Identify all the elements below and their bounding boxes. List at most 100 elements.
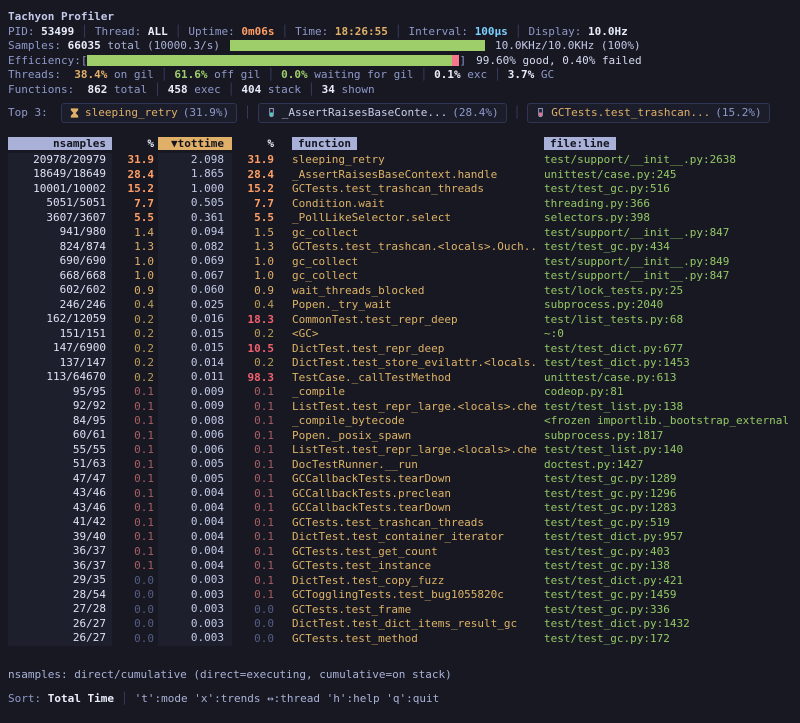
nsamples-cell: 137/147 (8, 356, 112, 371)
function-cell: _compile_bytecode (278, 414, 538, 427)
table-row[interactable]: 5051/5051 7.7 0.505 7.7 Condition.wait t… (8, 196, 792, 211)
functions-shown-label: shown (335, 83, 375, 96)
table-row[interactable]: 162/12059 0.2 0.016 18.3 CommonTest.test… (8, 312, 792, 327)
table-row[interactable]: 824/874 1.3 0.082 1.3 GCTests.test_trash… (8, 240, 792, 255)
col-function[interactable]: function (292, 137, 357, 150)
cumulative-pct-cell: 10.5 (232, 342, 278, 355)
function-cell: DocTestRunner.__run (278, 458, 538, 471)
table-row[interactable]: 602/602 0.9 0.060 0.9 wait_threads_block… (8, 283, 792, 298)
cumulative-pct-cell: 0.9 (232, 284, 278, 297)
tottime-cell: 0.004 (158, 559, 232, 574)
table-row[interactable]: 941/980 1.4 0.094 1.5 gc_collect test/su… (8, 225, 792, 240)
file-line-cell: test/test_gc.py:519 (538, 516, 792, 529)
display-value: 10.0Hz (588, 25, 628, 38)
table-row[interactable]: 95/95 0.1 0.009 0.1 _compile codeop.py:8… (8, 385, 792, 400)
table-row[interactable]: 41/42 0.1 0.004 0.1 GCTests.test_trashca… (8, 515, 792, 530)
pid-value: 53499 (41, 25, 74, 38)
table-row[interactable]: 84/95 0.1 0.008 0.1 _compile_bytecode <f… (8, 414, 792, 429)
table-row[interactable]: 690/690 1.0 0.069 1.0 gc_collect test/su… (8, 254, 792, 269)
top3-item-2[interactable]: _AssertRaisesBaseConte... (28.4%) (258, 103, 507, 123)
table-row[interactable]: 26/27 0.0 0.003 0.0 DictTest.test_dict_i… (8, 617, 792, 632)
functions-row: Functions: 862 total 458 exec 404 stack … (8, 82, 792, 97)
table-row[interactable]: 43/46 0.1 0.004 0.1 GCCallbackTests.tear… (8, 501, 792, 516)
file-line-cell: test/test_list.py:140 (538, 443, 792, 456)
direct-pct-cell: 0.1 (112, 458, 158, 471)
top3-item-3[interactable]: GCTests.test_trashcan... (15.2%) (527, 103, 769, 123)
col-file-line[interactable]: file:line (544, 137, 616, 150)
tottime-cell: 0.005 (158, 457, 232, 472)
tottime-cell: 0.009 (158, 399, 232, 414)
table-row[interactable]: 51/63 0.1 0.005 0.1 DocTestRunner.__run … (8, 457, 792, 472)
divider (507, 106, 528, 119)
tottime-cell: 0.003 (158, 631, 232, 646)
table-row[interactable]: 27/28 0.0 0.003 0.0 GCTests.test_frame t… (8, 602, 792, 617)
table-row[interactable]: 113/64670 0.2 0.011 98.3 TestCase._callT… (8, 370, 792, 385)
nsamples-cell: 602/602 (8, 283, 112, 298)
file-line-cell: test/test_gc.py:403 (538, 545, 792, 558)
direct-pct-cell: 0.2 (112, 327, 158, 340)
app-title: Tachyon Profiler (8, 8, 792, 24)
table-row[interactable]: 55/55 0.1 0.006 0.1 ListTest.test_repr_l… (8, 443, 792, 458)
table-row[interactable]: 668/668 1.0 0.067 1.0 gc_collect test/su… (8, 269, 792, 284)
top3-item-1[interactable]: sleeping_retry (31.9%) (61, 103, 237, 123)
cumulative-pct-cell: 0.1 (232, 545, 278, 558)
direct-pct-cell: 1.0 (112, 269, 158, 282)
nsamples-cell: 26/27 (8, 617, 112, 632)
direct-pct-cell: 0.0 (112, 574, 158, 587)
file-line-cell: test/lock_tests.py:25 (538, 284, 792, 297)
sort-value[interactable]: Total Time (48, 692, 114, 705)
col-pct-cumulative[interactable]: % (232, 137, 278, 150)
function-cell: GCTogglingTests.test_bug1055820c (278, 588, 538, 601)
table-row[interactable]: 43/46 0.1 0.004 0.1 GCCallbackTests.prec… (8, 486, 792, 501)
tottime-cell: 0.025 (158, 298, 232, 313)
gc-value: 3.7% (508, 68, 535, 81)
function-cell: GCTests.test_trashcan_threads (278, 182, 538, 195)
function-cell: Popen._posix_spawn (278, 429, 538, 442)
thread-value[interactable]: ALL (148, 25, 168, 38)
test-tube-teal-icon (266, 107, 277, 119)
table-row[interactable]: 10001/10002 15.2 1.000 15.2 GCTests.test… (8, 182, 792, 197)
table-row[interactable]: 151/151 0.2 0.015 0.2 <GC> ~:0 (8, 327, 792, 342)
tottime-cell: 0.060 (158, 283, 232, 298)
col-nsamples[interactable]: nsamples (8, 137, 112, 150)
table-row[interactable]: 18649/18649 28.4 1.865 28.4 _AssertRaise… (8, 167, 792, 182)
cumulative-pct-cell: 0.1 (232, 414, 278, 427)
col-tottime-sorted[interactable]: ▼tottime (158, 137, 232, 150)
exc-label: exc (461, 68, 488, 81)
divider (414, 68, 435, 81)
table-row[interactable]: 92/92 0.1 0.009 0.1 ListTest.test_repr_l… (8, 399, 792, 414)
file-line-cell: test/test_dict.py:1453 (538, 356, 792, 369)
table-row[interactable]: 20978/20979 31.9 2.098 31.9 sleeping_ret… (8, 153, 792, 168)
off-gil-label: off gil (207, 68, 260, 81)
table-row[interactable]: 36/37 0.1 0.004 0.1 GCTests.test_instanc… (8, 559, 792, 574)
table-row[interactable]: 36/37 0.1 0.004 0.1 GCTests.test_get_cou… (8, 544, 792, 559)
direct-pct-cell: 0.1 (112, 414, 158, 427)
function-cell: GCTests.test_trashcan.<locals>.Ouch.... (278, 240, 538, 253)
table-row[interactable]: 28/54 0.0 0.003 0.1 GCTogglingTests.test… (8, 588, 792, 603)
table-row[interactable]: 60/61 0.1 0.006 0.1 Popen._posix_spawn s… (8, 428, 792, 443)
table-row[interactable]: 47/47 0.1 0.005 0.1 GCCallbackTests.tear… (8, 472, 792, 487)
table-body: 20978/20979 31.9 2.098 31.9 sleeping_ret… (8, 153, 792, 646)
file-line-cell: test/test_dict.py:677 (538, 342, 792, 355)
table-row[interactable]: 26/27 0.0 0.003 0.0 GCTests.test_method … (8, 631, 792, 646)
divider (237, 106, 258, 119)
table-row[interactable]: 39/40 0.1 0.004 0.1 DictTest.test_contai… (8, 530, 792, 545)
exc-value: 0.1% (434, 68, 461, 81)
table-row[interactable]: 246/246 0.4 0.025 0.4 Popen._try_wait su… (8, 298, 792, 313)
nsamples-cell: 151/151 (8, 327, 112, 342)
table-header: nsamples % ▼tottime % function file:line (8, 136, 792, 152)
table-row[interactable]: 137/147 0.2 0.014 0.2 DictTest.test_stor… (8, 356, 792, 371)
divider (508, 25, 529, 38)
table-row[interactable]: 29/35 0.0 0.003 0.1 DictTest.test_copy_f… (8, 573, 792, 588)
nsamples-cell: 43/46 (8, 486, 112, 501)
function-cell: ListTest.test_repr_large.<locals>.check (278, 400, 538, 413)
top3-label: Top 3: (8, 106, 48, 119)
table-row[interactable]: 147/6900 0.2 0.015 10.5 DictTest.test_re… (8, 341, 792, 356)
cumulative-pct-cell: 0.0 (232, 603, 278, 616)
col-pct-direct[interactable]: % (112, 137, 158, 150)
function-cell: gc_collect (278, 255, 538, 268)
interval-value: 100μs (475, 25, 508, 38)
file-line-cell: unittest/case.py:613 (538, 371, 792, 384)
direct-pct-cell: 1.4 (112, 226, 158, 239)
table-row[interactable]: 3607/3607 5.5 0.361 5.5 _PollLikeSelecto… (8, 211, 792, 226)
